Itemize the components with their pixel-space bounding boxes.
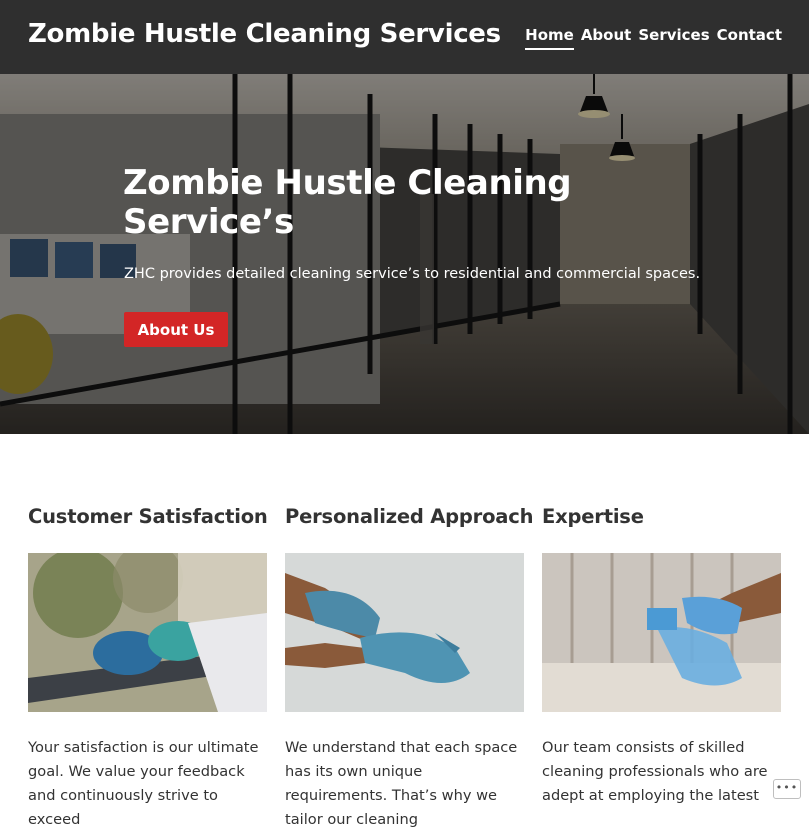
feature-text: Our team consists of skilled cleaning pr… <box>542 739 768 804</box>
feature-image-gloved-hands <box>285 553 524 712</box>
hero-title: Zombie Hustle Cleaning Service’s <box>123 163 572 242</box>
site-header: Zombie Hustle Cleaning Services Home Abo… <box>0 0 809 74</box>
site-title[interactable]: Zombie Hustle Cleaning Services <box>28 19 501 49</box>
ellipsis-icon[interactable]: ••• <box>773 779 801 799</box>
hero-overlay <box>0 74 809 434</box>
nav-home-link[interactable]: Home <box>525 26 574 50</box>
feature-text: Your satisfaction is our ultimate goal. … <box>28 739 259 828</box>
about-us-button[interactable]: About Us <box>124 312 228 347</box>
hero-section: Zombie Hustle Cleaning Service’s ZHC pro… <box>0 74 809 434</box>
feature-personalized-approach: Personalized Approach We understand that… <box>285 500 534 828</box>
feature-customer-satisfaction: Customer Satisfaction Your satisfaction … <box>28 500 268 828</box>
hero-description: ZHC provides detailed cleaning service’s… <box>124 266 701 282</box>
main-nav: Home About Services Contact <box>525 26 782 50</box>
features-section: Customer Satisfaction Your satisfaction … <box>28 500 782 828</box>
feature-image-spray-bottle <box>542 553 781 712</box>
nav-about-link[interactable]: About <box>581 26 632 50</box>
feature-heading: Expertise <box>542 505 644 528</box>
feature-heading: Personalized Approach <box>285 505 534 528</box>
feature-heading: Customer Satisfaction <box>28 505 268 528</box>
feature-text: We understand that each space has its ow… <box>285 739 518 828</box>
nav-services-link[interactable]: Services <box>638 26 709 50</box>
nav-contact-link[interactable]: Contact <box>717 26 782 50</box>
feature-expertise: Expertise Our team consists of skilled c… <box>542 500 781 805</box>
feature-image-cleaning-railing <box>28 553 267 712</box>
